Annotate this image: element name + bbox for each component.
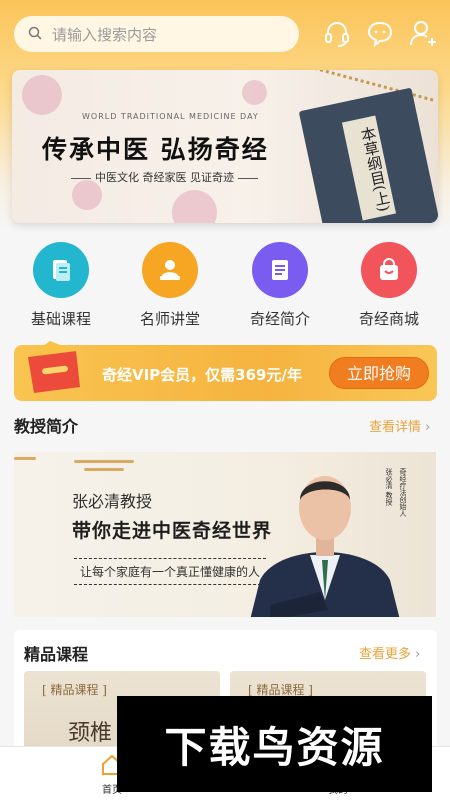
- headset-icon[interactable]: [322, 18, 352, 48]
- chevron-right-icon: ›: [425, 420, 431, 435]
- quick-nav-basic-courses[interactable]: 基础课程: [6, 242, 116, 329]
- professor-role-vertical: 奇经疗法创始人: [399, 468, 407, 517]
- watermark-overlay: 下载鸟资源: [117, 696, 432, 792]
- vip-promo-banner[interactable]: 奇经VIP会员，仅需369元/年 立即抢购: [14, 341, 437, 401]
- professor-photo: [250, 460, 400, 617]
- banner-title: 传承中医 弘扬奇经: [42, 135, 269, 164]
- vip-offer-text: 奇经VIP会员，仅需369元/年: [102, 366, 302, 384]
- wave-decoration: [14, 457, 36, 460]
- shopping-bag-icon: [361, 242, 417, 298]
- notebook-icon: [252, 242, 308, 298]
- add-user-icon[interactable]: [408, 18, 438, 48]
- document-icon: [33, 242, 89, 298]
- chevron-right-icon: ›: [415, 647, 421, 662]
- buy-now-button[interactable]: 立即抢购: [329, 357, 429, 389]
- professor-motto: 让每个家庭有一个真正懂健康的人: [74, 558, 267, 585]
- wave-decoration: [74, 460, 134, 463]
- professor-title-vertical: 张必清 教授: [385, 468, 393, 506]
- quick-nav-label: 奇经简介: [249, 310, 310, 328]
- quick-nav-famous-lecturers[interactable]: 名师讲堂: [115, 242, 225, 329]
- quick-nav-qijing-mall[interactable]: 奇经商城: [334, 242, 444, 329]
- search-bar[interactable]: 请输入搜索内容: [14, 16, 299, 52]
- view-details-link[interactable]: 查看详情 ›: [369, 416, 430, 435]
- professor-slogan: 带你走进中医奇经世界: [72, 520, 273, 542]
- lecturer-icon: [142, 242, 198, 298]
- course-tag: [ 精品课程 ]: [42, 683, 107, 697]
- quick-nav-label: 基础课程: [30, 310, 91, 328]
- promo-banner[interactable]: 本草纲目(上) WORLD TRADITIONAL MEDICINE DAY 传…: [12, 70, 438, 223]
- quick-nav-label: 奇经商城: [358, 310, 419, 328]
- professor-banner[interactable]: 张必清教授 带你走进中医奇经世界 让每个家庭有一个真正懂健康的人 张必清 教授 …: [14, 452, 436, 617]
- gift-box-icon: [20, 337, 86, 393]
- chat-icon[interactable]: [365, 18, 395, 48]
- blossom-decoration: [172, 190, 217, 223]
- banner-tagline: 中医文化 奇经家医 见证奇迹: [67, 169, 262, 185]
- blossom-decoration: [22, 75, 62, 115]
- section-title-professor: 教授简介: [14, 417, 79, 436]
- search-icon: [28, 25, 42, 44]
- view-more-link[interactable]: 查看更多 ›: [359, 643, 420, 662]
- quick-nav-qijing-intro[interactable]: 奇经简介: [225, 242, 335, 329]
- blossom-decoration: [242, 80, 267, 105]
- banner-subtitle: WORLD TRADITIONAL MEDICINE DAY: [82, 112, 259, 121]
- quick-nav-label: 名师讲堂: [139, 310, 200, 328]
- view-details-label: 查看详情: [369, 420, 422, 435]
- view-more-label: 查看更多: [359, 647, 412, 662]
- section-title-courses: 精品课程: [24, 645, 89, 664]
- professor-name: 张必清教授: [72, 492, 153, 511]
- course-title: 颈椎: [68, 721, 113, 746]
- search-input[interactable]: 请输入搜索内容: [52, 24, 157, 45]
- wave-decoration: [84, 468, 124, 471]
